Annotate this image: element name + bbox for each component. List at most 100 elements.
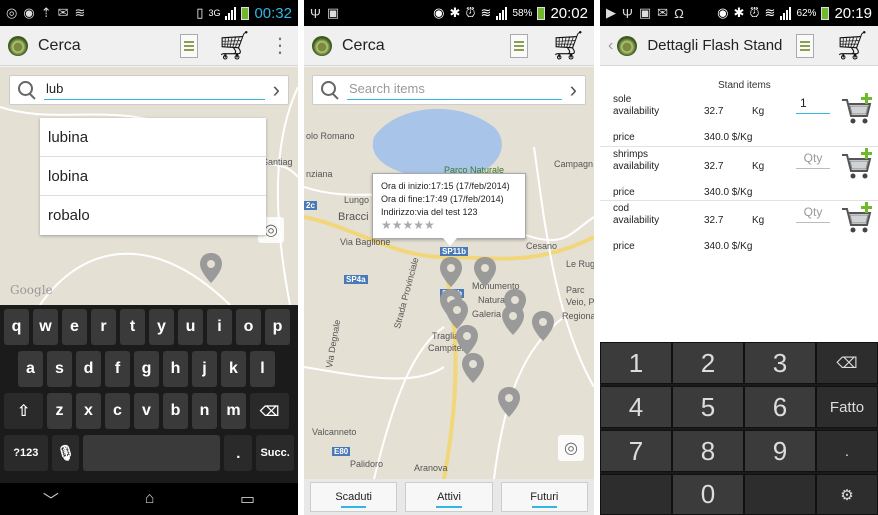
map-pin-icon[interactable] [532, 311, 554, 341]
crosshair-icon: ◎ [564, 440, 578, 457]
search-input[interactable]: lub [44, 80, 265, 100]
chevron-right-icon[interactable]: › [273, 79, 280, 101]
quantity-input[interactable]: Qty [796, 203, 830, 223]
key-9[interactable]: 9 [744, 430, 816, 472]
suggestion-item[interactable]: lubina [40, 118, 266, 157]
key-2[interactable]: 2 [672, 342, 744, 384]
stand-info-window[interactable]: Ora di inizio:17:15 (17/feb/2014) Ora di… [372, 173, 526, 246]
key-0[interactable]: 0 [672, 474, 744, 515]
key-1[interactable]: 1 [600, 342, 672, 384]
period-key[interactable]: . [816, 430, 878, 472]
map-pin-icon[interactable] [498, 387, 520, 417]
add-to-cart-icon[interactable] [840, 92, 874, 126]
key-h[interactable]: h [163, 351, 188, 387]
key-5[interactable]: 5 [672, 386, 744, 428]
key-s[interactable]: s [47, 351, 72, 387]
home-icon[interactable]: ⌂ [145, 490, 155, 508]
key-z[interactable]: z [47, 393, 72, 429]
symbols-key[interactable]: ?123 [4, 435, 48, 471]
map-pin-icon[interactable] [462, 353, 484, 383]
notification-icon: ◉ [23, 5, 35, 20]
backspace-icon: ⌫ [259, 402, 280, 419]
shopping-list-icon[interactable] [510, 33, 529, 58]
suggestion-item[interactable]: lobina [40, 157, 266, 196]
back-chevron-icon[interactable]: ‹ [608, 37, 613, 55]
key-k[interactable]: k [221, 351, 246, 387]
key-8[interactable]: 8 [672, 430, 744, 472]
key-d[interactable]: d [76, 351, 101, 387]
page-title: Cerca [38, 36, 81, 54]
map-label: nziana [306, 169, 333, 179]
tab-futuri[interactable]: Futuri [500, 482, 588, 512]
key-g[interactable]: g [134, 351, 159, 387]
cart-icon[interactable]: 🛒︎ [834, 31, 870, 60]
settings-key[interactable]: ⚙ [816, 474, 878, 515]
key-n[interactable]: n [192, 393, 217, 429]
key-7[interactable]: 7 [600, 430, 672, 472]
key-y[interactable]: y [149, 309, 174, 345]
backspace-key[interactable]: ⌫ [816, 342, 878, 384]
back-chevron-icon[interactable]: ﹀ [43, 487, 59, 511]
add-to-cart-icon[interactable] [840, 201, 874, 235]
headset-icon: Ω [674, 5, 684, 21]
overflow-menu-icon[interactable]: ⋮ [270, 36, 290, 56]
key-w[interactable]: w [33, 309, 58, 345]
done-key[interactable]: Fatto [816, 386, 878, 428]
recents-icon[interactable]: ▭ [240, 489, 255, 509]
cart-icon[interactable]: 🛒︎ [216, 31, 252, 60]
key-c[interactable]: c [105, 393, 130, 429]
key-j[interactable]: j [192, 351, 217, 387]
key-u[interactable]: u [178, 309, 203, 345]
quantity-input[interactable]: Qty [796, 149, 830, 169]
app-logo-icon[interactable] [8, 35, 28, 56]
space-key[interactable] [83, 435, 221, 471]
price-label: price [613, 241, 635, 252]
add-to-cart-icon[interactable] [840, 147, 874, 181]
search-input[interactable]: Search items [347, 80, 562, 100]
chevron-right-icon[interactable]: › [570, 79, 577, 101]
key-e[interactable]: e [62, 309, 87, 345]
next-key[interactable]: Succ. [256, 435, 294, 471]
map-view[interactable]: Santiag Google ◎ lub › lubina lobina rob… [0, 67, 298, 305]
cart-icon[interactable]: 🛒︎ [550, 31, 586, 60]
map-pin-icon[interactable] [456, 325, 478, 355]
voice-key[interactable]: 🎙︎ [51, 435, 80, 471]
shopping-list-icon[interactable] [180, 33, 199, 58]
tab-scaduti[interactable]: Scaduti [310, 482, 398, 512]
key-l[interactable]: l [250, 351, 275, 387]
my-location-button[interactable]: ◎ [558, 435, 584, 461]
key-3[interactable]: 3 [744, 342, 816, 384]
map-pin-icon[interactable] [474, 257, 496, 287]
suggestion-item[interactable]: robalo [40, 196, 266, 235]
key-t[interactable]: t [120, 309, 145, 345]
key-x[interactable]: x [76, 393, 101, 429]
key-q[interactable]: q [4, 309, 29, 345]
key-p[interactable]: p [265, 309, 290, 345]
map-pin-icon[interactable] [440, 257, 462, 287]
key-v[interactable]: v [134, 393, 159, 429]
key-4[interactable]: 4 [600, 386, 672, 428]
key-a[interactable]: a [18, 351, 43, 387]
period-key[interactable]: . [224, 435, 253, 471]
key-6[interactable]: 6 [744, 386, 816, 428]
key-i[interactable]: i [207, 309, 232, 345]
app-logo-icon[interactable] [617, 35, 638, 56]
key-o[interactable]: o [236, 309, 261, 345]
tab-attivi[interactable]: Attivi [405, 482, 493, 512]
upload-icon: ⇡ [40, 5, 52, 20]
quantity-input[interactable]: 1 [796, 94, 830, 114]
map-pin-icon[interactable] [200, 253, 222, 283]
alarm-icon: ⏰︎ [749, 5, 760, 20]
key-r[interactable]: r [91, 309, 116, 345]
app-logo-icon[interactable] [312, 35, 332, 56]
keyboard-row: ⇧ z x c v b n m ⌫ [0, 393, 298, 429]
backspace-key[interactable]: ⌫ [250, 393, 289, 429]
map-pin-icon[interactable] [502, 305, 524, 335]
map-view[interactable]: olo Romano Parco Naturale Campagn nziana… [304, 67, 594, 479]
key-f[interactable]: f [105, 351, 130, 387]
shift-key[interactable]: ⇧ [4, 393, 43, 429]
key-m[interactable]: m [221, 393, 246, 429]
key-b[interactable]: b [163, 393, 188, 429]
clock: 00:32 [254, 4, 292, 22]
shopping-list-icon[interactable] [796, 33, 815, 58]
